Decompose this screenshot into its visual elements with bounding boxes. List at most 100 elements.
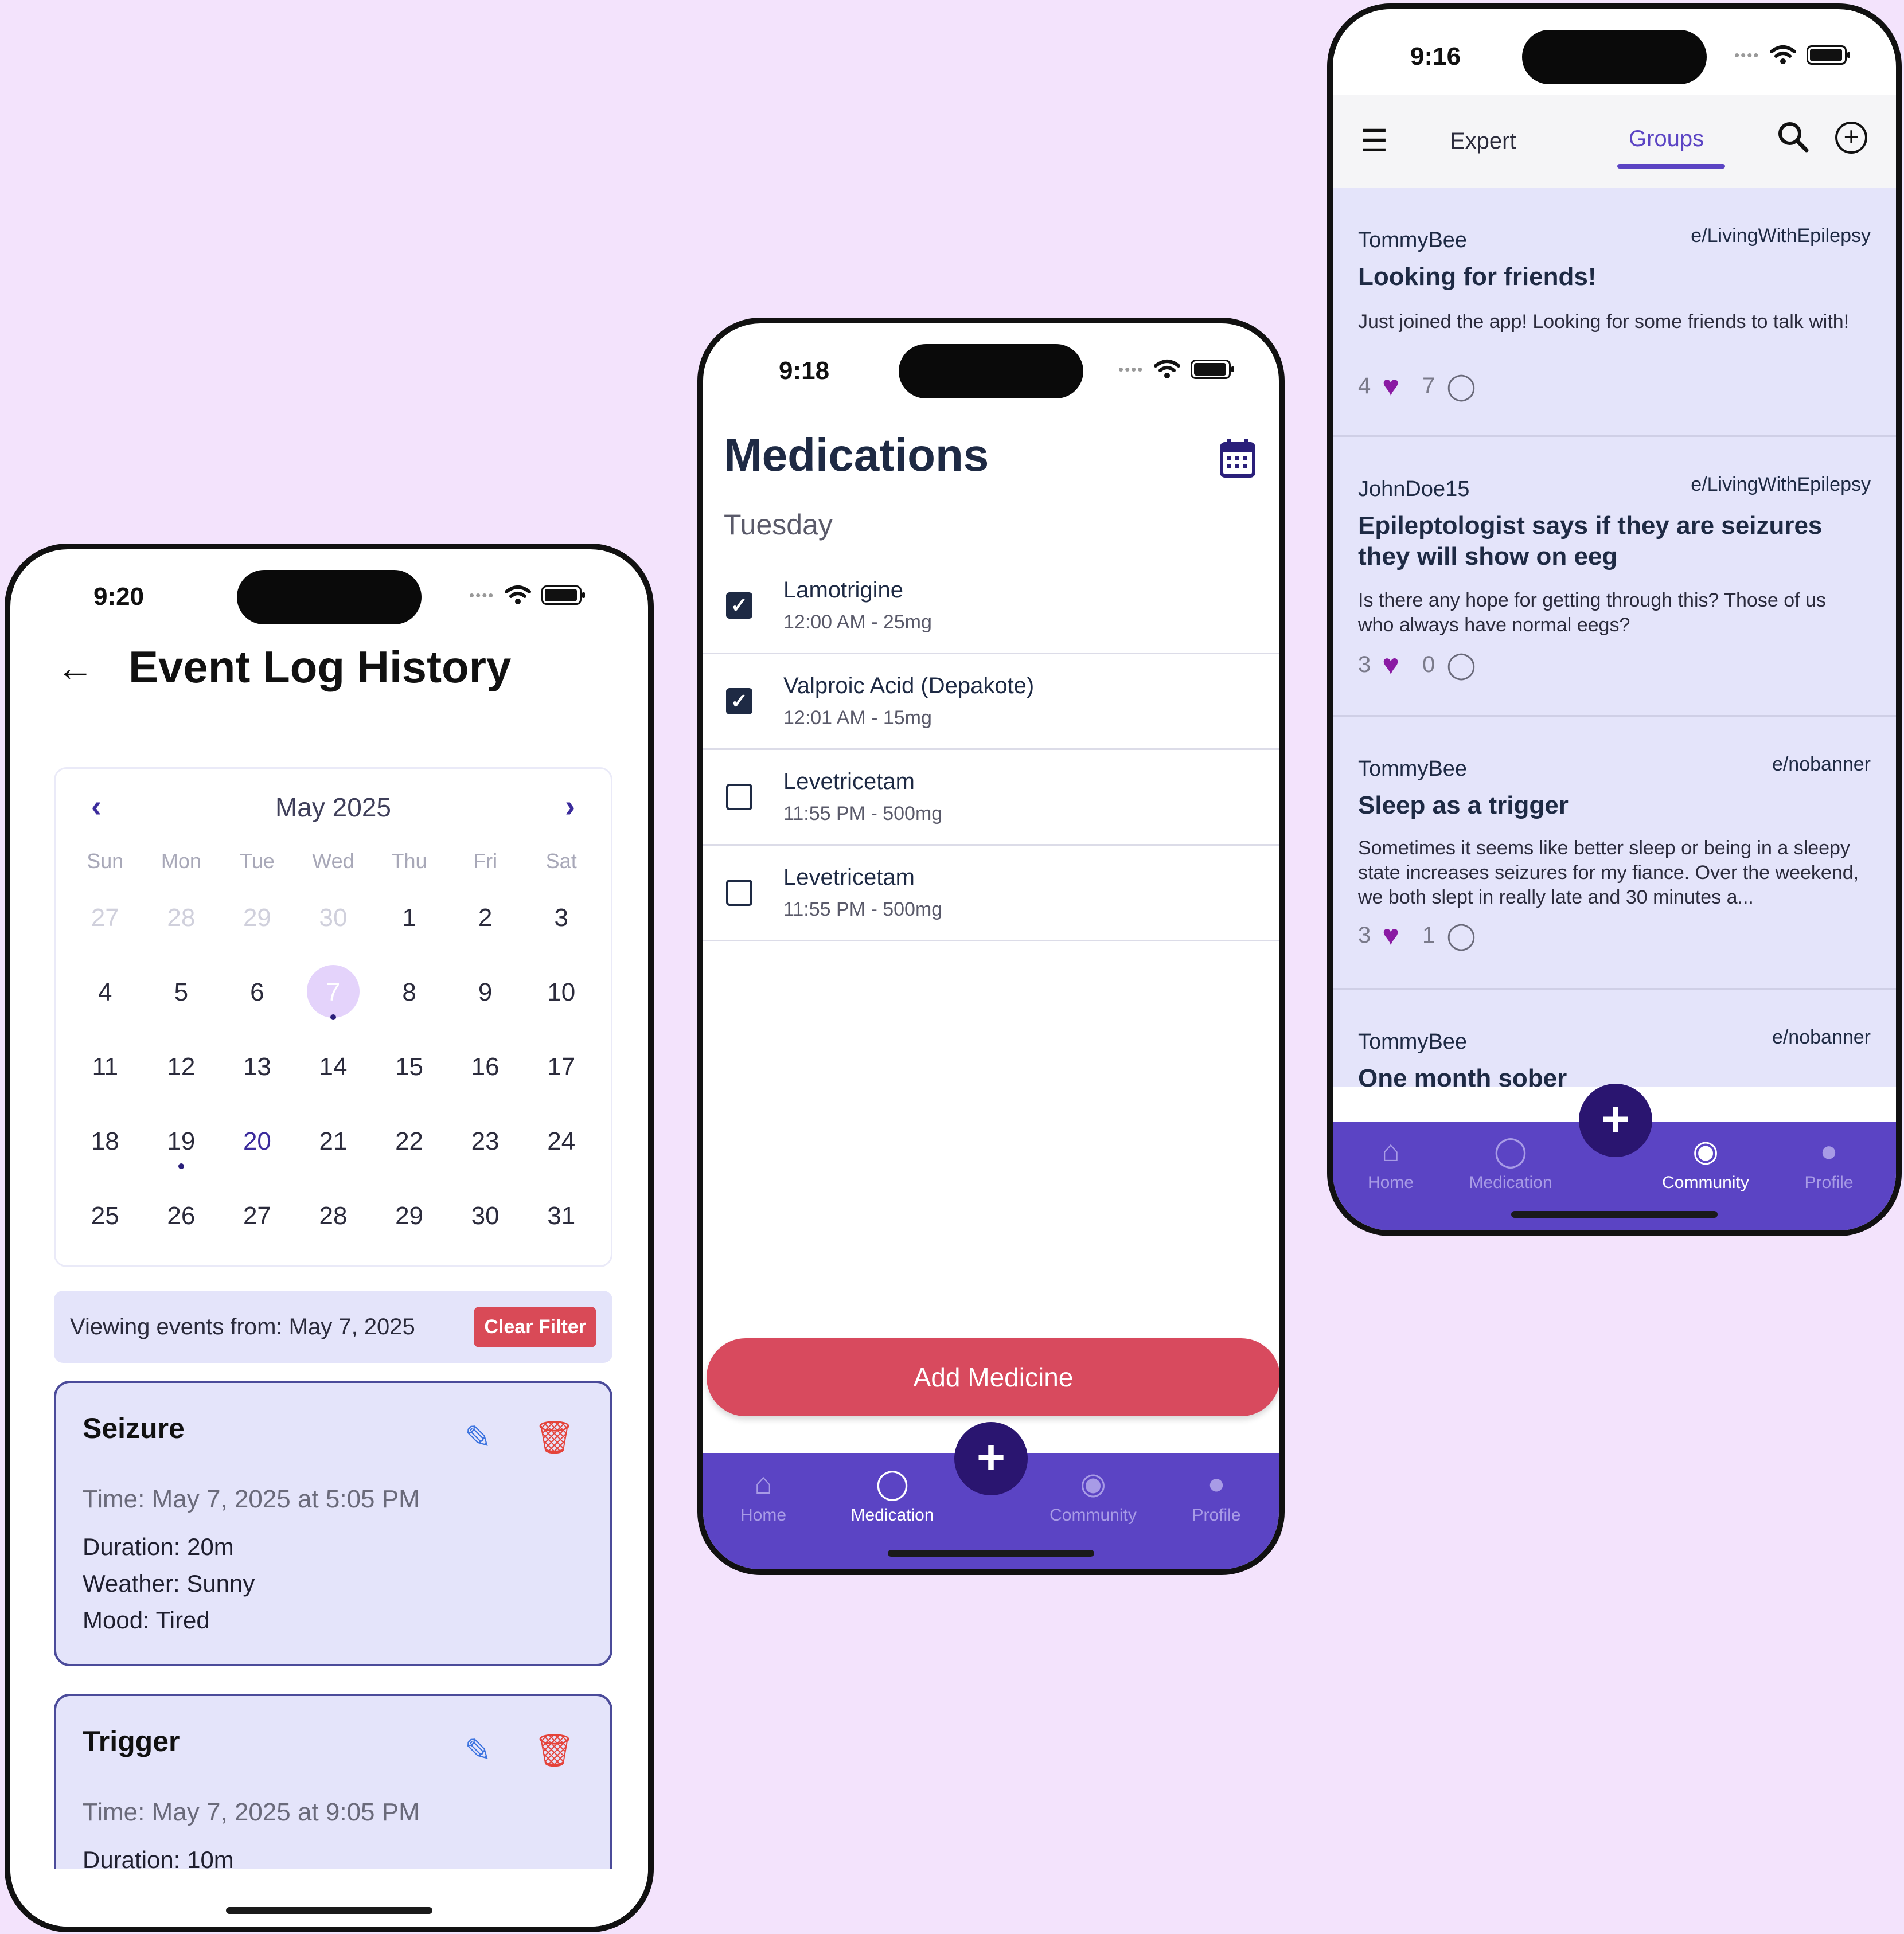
comment-icon[interactable]: ◯ [1446,920,1476,951]
calendar-day[interactable]: 11 [67,1038,143,1113]
calendar-day[interactable]: 7 [295,964,372,1038]
med-dose: 12:00 AM - 25mg [783,611,932,633]
tab-expert[interactable]: Expert [1450,128,1516,154]
battery-icon [1807,45,1851,65]
calendar-day[interactable]: 25 [67,1187,143,1262]
calendar-day[interactable]: 5 [143,964,220,1038]
page-header: ← Event Log History [56,641,511,693]
post-group[interactable]: e/nobanner [1772,1026,1871,1049]
tab-medication[interactable]: ◯ Medication [841,1467,944,1525]
calendar-day[interactable]: 8 [371,964,447,1038]
calendar-day[interactable]: 9 [447,964,524,1038]
tab-community[interactable]: ◉ Community [1036,1467,1150,1525]
comment-icon[interactable]: ◯ [1446,370,1476,401]
search-icon[interactable] [1777,120,1809,160]
heart-icon[interactable]: ♥ [1382,648,1399,681]
calendar-day[interactable]: 4 [67,964,143,1038]
add-medicine-button[interactable]: Add Medicine [707,1338,1279,1416]
medication-row[interactable]: ✓ Valproic Acid (Depakote) 12:01 AM - 15m… [703,654,1279,750]
pencil-icon[interactable]: ✎ [465,1419,491,1456]
event-card[interactable]: Seizure ✎ 🗑 Time: May 7, 2025 at 5:05 PM… [54,1381,612,1666]
chevron-right-icon[interactable]: › [565,788,575,824]
heart-icon[interactable]: ♥ [1382,919,1399,952]
tab-profile[interactable]: ● Profile [1792,1134,1866,1193]
post-user[interactable]: TommyBee [1358,228,1467,253]
calendar-day[interactable]: 29 [371,1187,447,1262]
tab-medication[interactable]: ◯ Medication [1459,1134,1562,1193]
heart-icon[interactable]: ♥ [1382,369,1399,403]
calendar-day[interactable]: 17 [523,1038,599,1113]
tab-groups[interactable]: Groups [1629,126,1704,152]
calendar-day[interactable]: 15 [371,1038,447,1113]
calendar-day[interactable]: 31 [523,1187,599,1262]
add-fab-button[interactable]: + [954,1422,1028,1495]
medication-row[interactable]: Levetricetam 11:55 PM - 500mg [703,846,1279,941]
med-dose: 11:55 PM - 500mg [783,803,943,825]
calendar-day[interactable]: 30 [447,1187,524,1262]
checkbox-unchecked[interactable] [726,784,752,810]
calendar-month: May 2025 [275,792,391,822]
calendar-day[interactable]: 10 [523,964,599,1038]
tab-home[interactable]: ⌂ Home [726,1467,801,1525]
tab-home[interactable]: ⌂ Home [1353,1134,1428,1193]
calendar-day[interactable]: 13 [219,1038,295,1113]
calendar-day[interactable]: 30 [295,889,372,964]
trash-icon[interactable]: 🗑 [534,1419,575,1456]
calendar-day[interactable]: 27 [219,1187,295,1262]
calendar-icon[interactable] [1219,438,1256,487]
post-group[interactable]: e/nobanner [1772,753,1871,776]
weekday-label: Sun [87,849,124,873]
calendar-day[interactable]: 28 [143,889,220,964]
calendar-day[interactable]: 23 [447,1113,524,1187]
trash-icon[interactable]: 🗑 [534,1732,575,1769]
wifi-icon [1770,45,1797,64]
post-group[interactable]: e/LivingWithEpilepsy [1691,474,1871,496]
calendar-day[interactable]: 19 [143,1113,220,1187]
calendar-day[interactable]: 28 [295,1187,372,1262]
hamburger-icon[interactable]: ☰ [1360,123,1388,159]
calendar-day[interactable]: 14 [295,1038,372,1113]
calendar-day[interactable]: 3 [523,889,599,964]
post-card[interactable]: TommyBee e/nobanner Sleep as a trigger S… [1333,717,1896,990]
tab-community[interactable]: ◉ Community [1648,1134,1763,1193]
weekday-label: Fri [473,849,498,873]
plus-circle-icon[interactable]: + [1835,122,1867,154]
calendar-day[interactable]: 16 [447,1038,524,1113]
calendar-day[interactable]: 27 [67,889,143,964]
calendar-day[interactable]: 6 [219,964,295,1038]
med-name: Levetricetam [783,865,915,890]
medication-row[interactable]: ✓ Lamotrigine 12:00 AM - 25mg [703,558,1279,654]
checkbox-unchecked[interactable] [726,880,752,906]
calendar-day[interactable]: 20 [219,1113,295,1187]
post-user[interactable]: JohnDoe15 [1358,477,1469,502]
calendar-day[interactable]: 22 [371,1113,447,1187]
top-nav: ☰ Expert Groups + [1333,95,1896,188]
comment-icon[interactable]: ◯ [1446,649,1476,680]
weekday-label: Mon [161,849,201,873]
pencil-icon[interactable]: ✎ [465,1732,491,1769]
calendar-day[interactable]: 1 [371,889,447,964]
checkbox-checked[interactable]: ✓ [726,592,752,619]
calendar-day[interactable]: 21 [295,1113,372,1187]
calendar-day[interactable]: 26 [143,1187,220,1262]
calendar-day[interactable]: 2 [447,889,524,964]
event-time: Time: May 7, 2025 at 5:05 PM [83,1485,420,1513]
clear-filter-button[interactable]: Clear Filter [474,1306,596,1347]
back-arrow-icon[interactable]: ← [56,648,94,686]
weekday-label: Thu [391,849,427,873]
checkbox-checked[interactable]: ✓ [726,688,752,714]
post-card[interactable]: JohnDoe15 e/LivingWithEpilepsy Epileptol… [1333,437,1896,717]
post-card[interactable]: TommyBee e/LivingWithEpilepsy Looking fo… [1333,188,1896,437]
post-card[interactable]: TommyBee e/nobanner One month sober [1333,990,1896,1087]
calendar-day[interactable]: 24 [523,1113,599,1187]
tab-profile[interactable]: ● Profile [1179,1467,1254,1525]
weekday-label: Sat [545,849,577,873]
calendar-day[interactable]: 12 [143,1038,220,1113]
calendar-day[interactable]: 18 [67,1113,143,1187]
calendar-day[interactable]: 29 [219,889,295,964]
add-fab-button[interactable]: + [1579,1084,1652,1157]
post-user[interactable]: TommyBee [1358,1030,1467,1054]
post-user[interactable]: TommyBee [1358,757,1467,782]
post-group[interactable]: e/LivingWithEpilepsy [1691,225,1871,247]
medication-row[interactable]: Levetricetam 11:55 PM - 500mg [703,750,1279,846]
